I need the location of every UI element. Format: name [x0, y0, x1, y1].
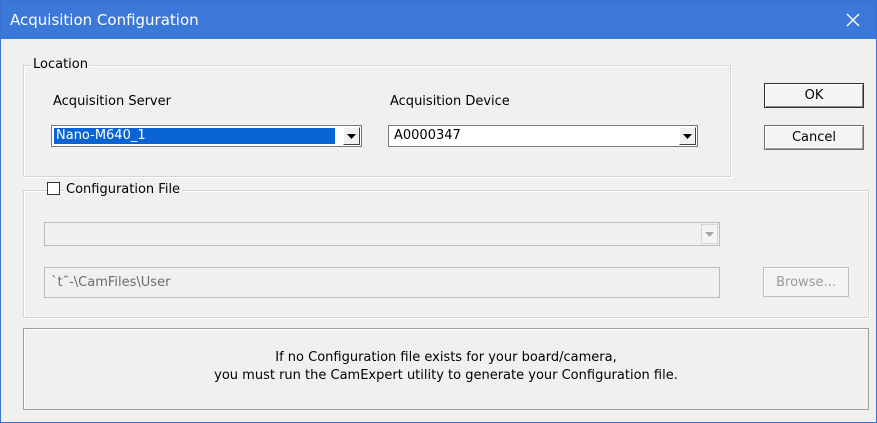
device-dropdown-button[interactable] — [679, 127, 696, 145]
browse-button[interactable]: Browse... — [763, 267, 849, 297]
title-bar[interactable]: Acquisition Configuration — [1, 1, 876, 39]
chevron-down-icon — [347, 133, 356, 139]
acquisition-configuration-dialog: Acquisition Configuration Location Acqui… — [0, 0, 877, 423]
configuration-file-checkbox[interactable] — [47, 182, 60, 195]
acquisition-server-select[interactable]: Nano-M640_1 — [51, 125, 362, 147]
chevron-down-icon — [705, 231, 714, 237]
configuration-path-field[interactable]: `t˜-\CamFiles\User — [44, 267, 720, 298]
configuration-file-select[interactable] — [44, 222, 720, 246]
acquisition-server-value: Nano-M640_1 — [54, 128, 335, 144]
server-dropdown-button[interactable] — [343, 127, 360, 145]
acquisition-server-label: Acquisition Server — [53, 94, 171, 109]
acquisition-device-value: A0000347 — [394, 128, 461, 143]
configuration-file-legend: Configuration File — [64, 182, 183, 198]
location-group: Location — [23, 57, 731, 177]
configuration-path-value: `t˜-\CamFiles\User — [51, 275, 171, 290]
info-panel: If no Configuration file exists for your… — [23, 328, 869, 410]
info-text-line-2: you must run the CamExpert utility to ge… — [214, 368, 678, 383]
acquisition-device-select[interactable]: A0000347 — [388, 125, 698, 147]
configuration-file-group: Configuration File — [23, 182, 869, 318]
location-legend: Location — [31, 57, 90, 73]
close-button[interactable] — [830, 1, 876, 39]
ok-button[interactable]: OK — [764, 83, 864, 108]
cancel-button[interactable]: Cancel — [764, 125, 864, 150]
acquisition-device-label: Acquisition Device — [390, 94, 510, 109]
configuration-file-value — [48, 225, 52, 241]
info-text-line-1: If no Configuration file exists for your… — [275, 350, 617, 365]
window-title: Acquisition Configuration — [10, 11, 199, 29]
close-icon — [846, 13, 860, 27]
configuration-file-dropdown-button[interactable] — [701, 224, 718, 244]
chevron-down-icon — [683, 133, 692, 139]
